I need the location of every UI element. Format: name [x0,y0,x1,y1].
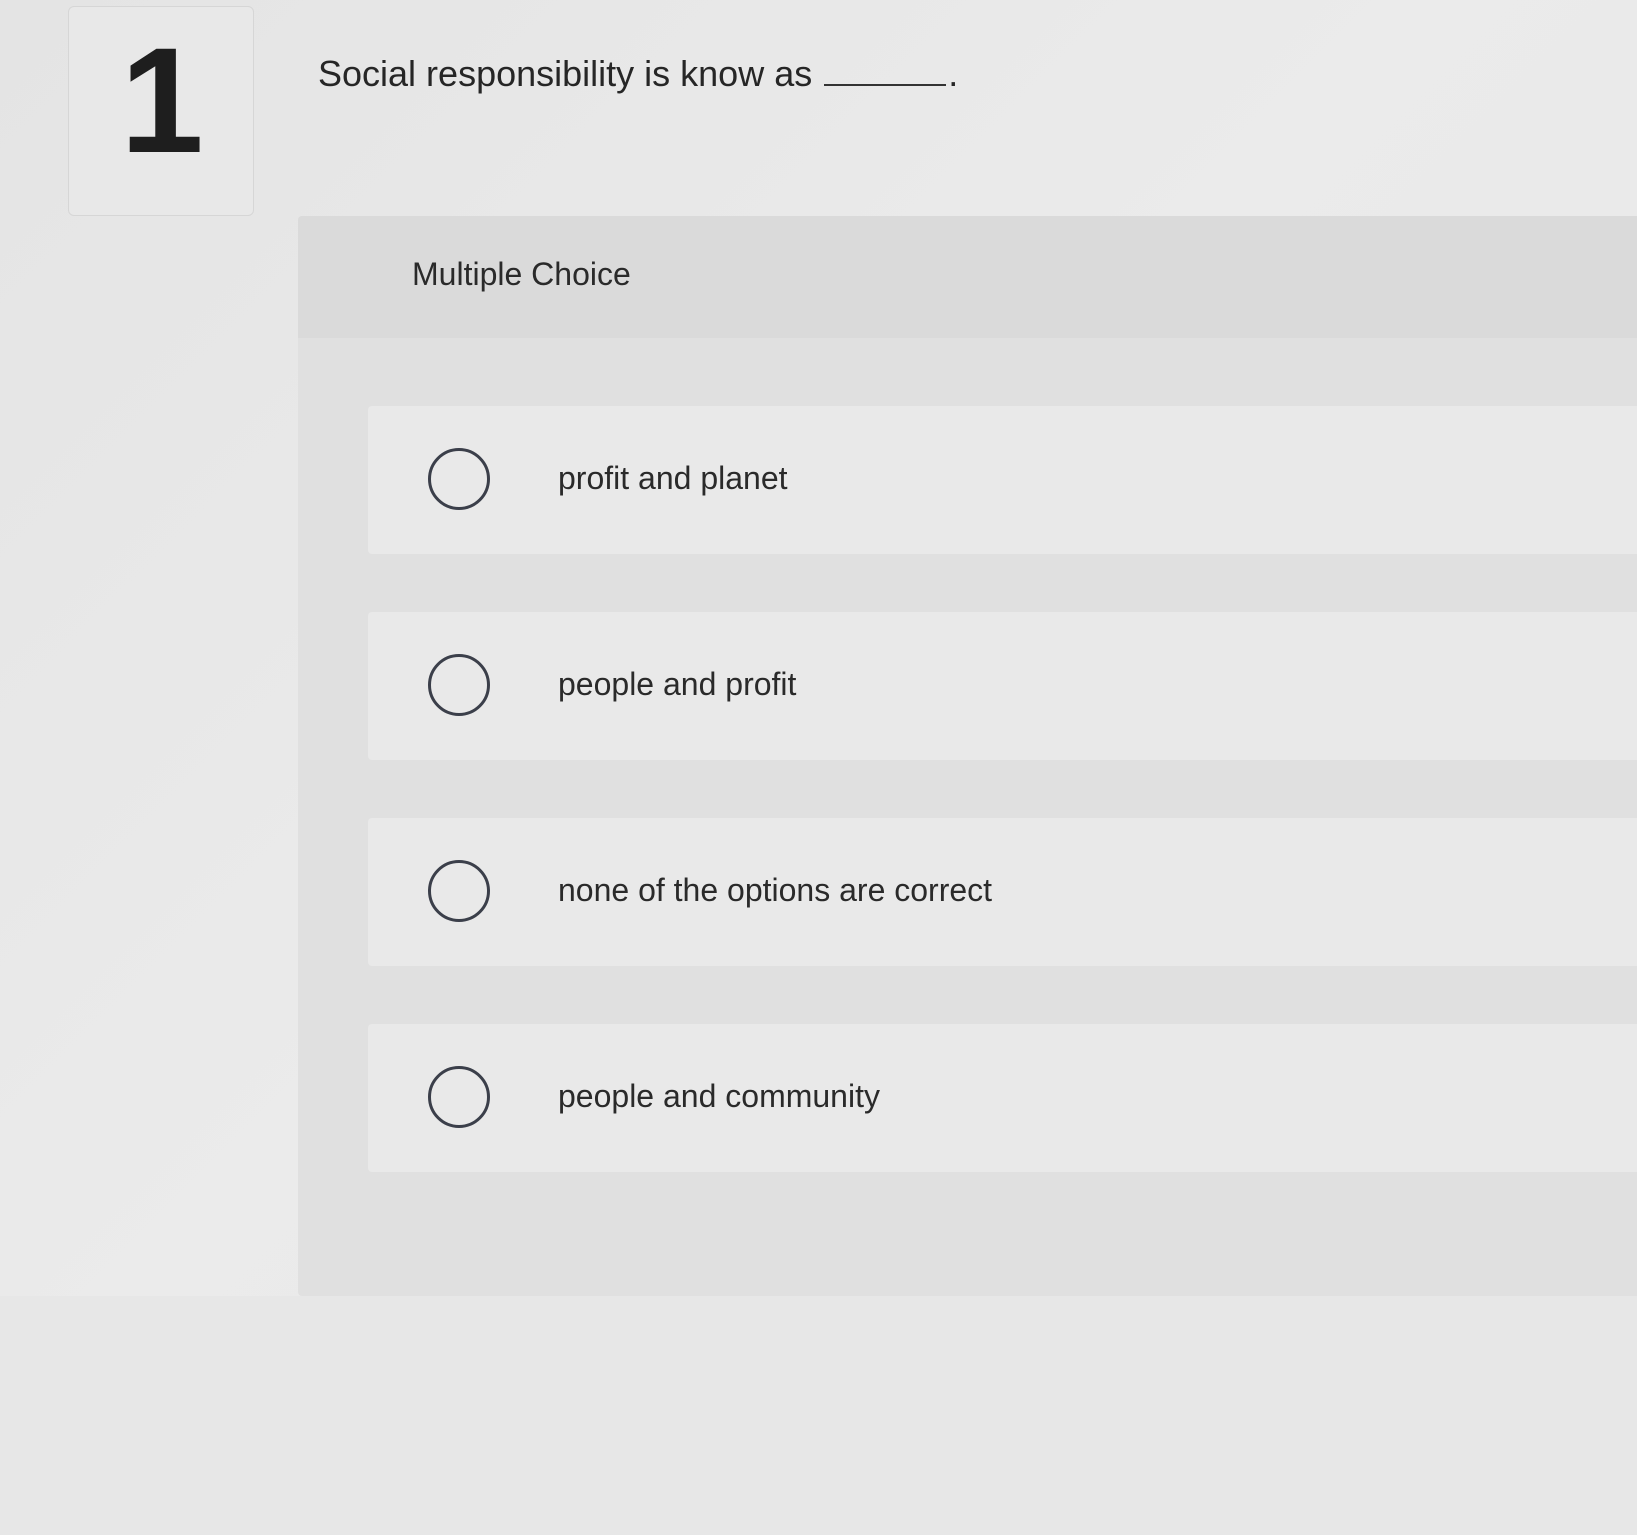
radio-button[interactable] [428,1066,490,1128]
multiple-choice-panel: Multiple Choice profit and planet people… [298,216,1637,1296]
multiple-choice-title: Multiple Choice [412,256,631,292]
answer-option[interactable]: none of the options are correct [368,818,1637,966]
question-prompt-end: . [948,53,959,94]
answer-option[interactable]: profit and planet [368,406,1637,554]
question-prompt: Social responsibility is know as. [318,52,958,96]
answer-option-label: profit and planet [558,460,788,496]
radio-button[interactable] [428,448,490,510]
answer-option-label: none of the options are correct [558,872,993,908]
answer-option-label: people and community [558,1078,880,1114]
question-number-box: 1 [68,6,254,216]
page-bottom-area [0,1296,1637,1535]
fill-in-blank-line [824,54,947,86]
quiz-page: { "question": { "number": "1", "prompt":… [0,0,1637,1535]
answer-option[interactable]: people and profit [368,612,1637,760]
radio-button[interactable] [428,654,490,716]
answer-option[interactable]: people and community [368,1024,1637,1172]
radio-button[interactable] [428,860,490,922]
question-number: 1 [120,16,204,184]
answer-option-label: people and profit [558,666,797,702]
multiple-choice-header: Multiple Choice [298,216,1637,338]
question-prompt-text: Social responsibility is know as [318,53,813,94]
